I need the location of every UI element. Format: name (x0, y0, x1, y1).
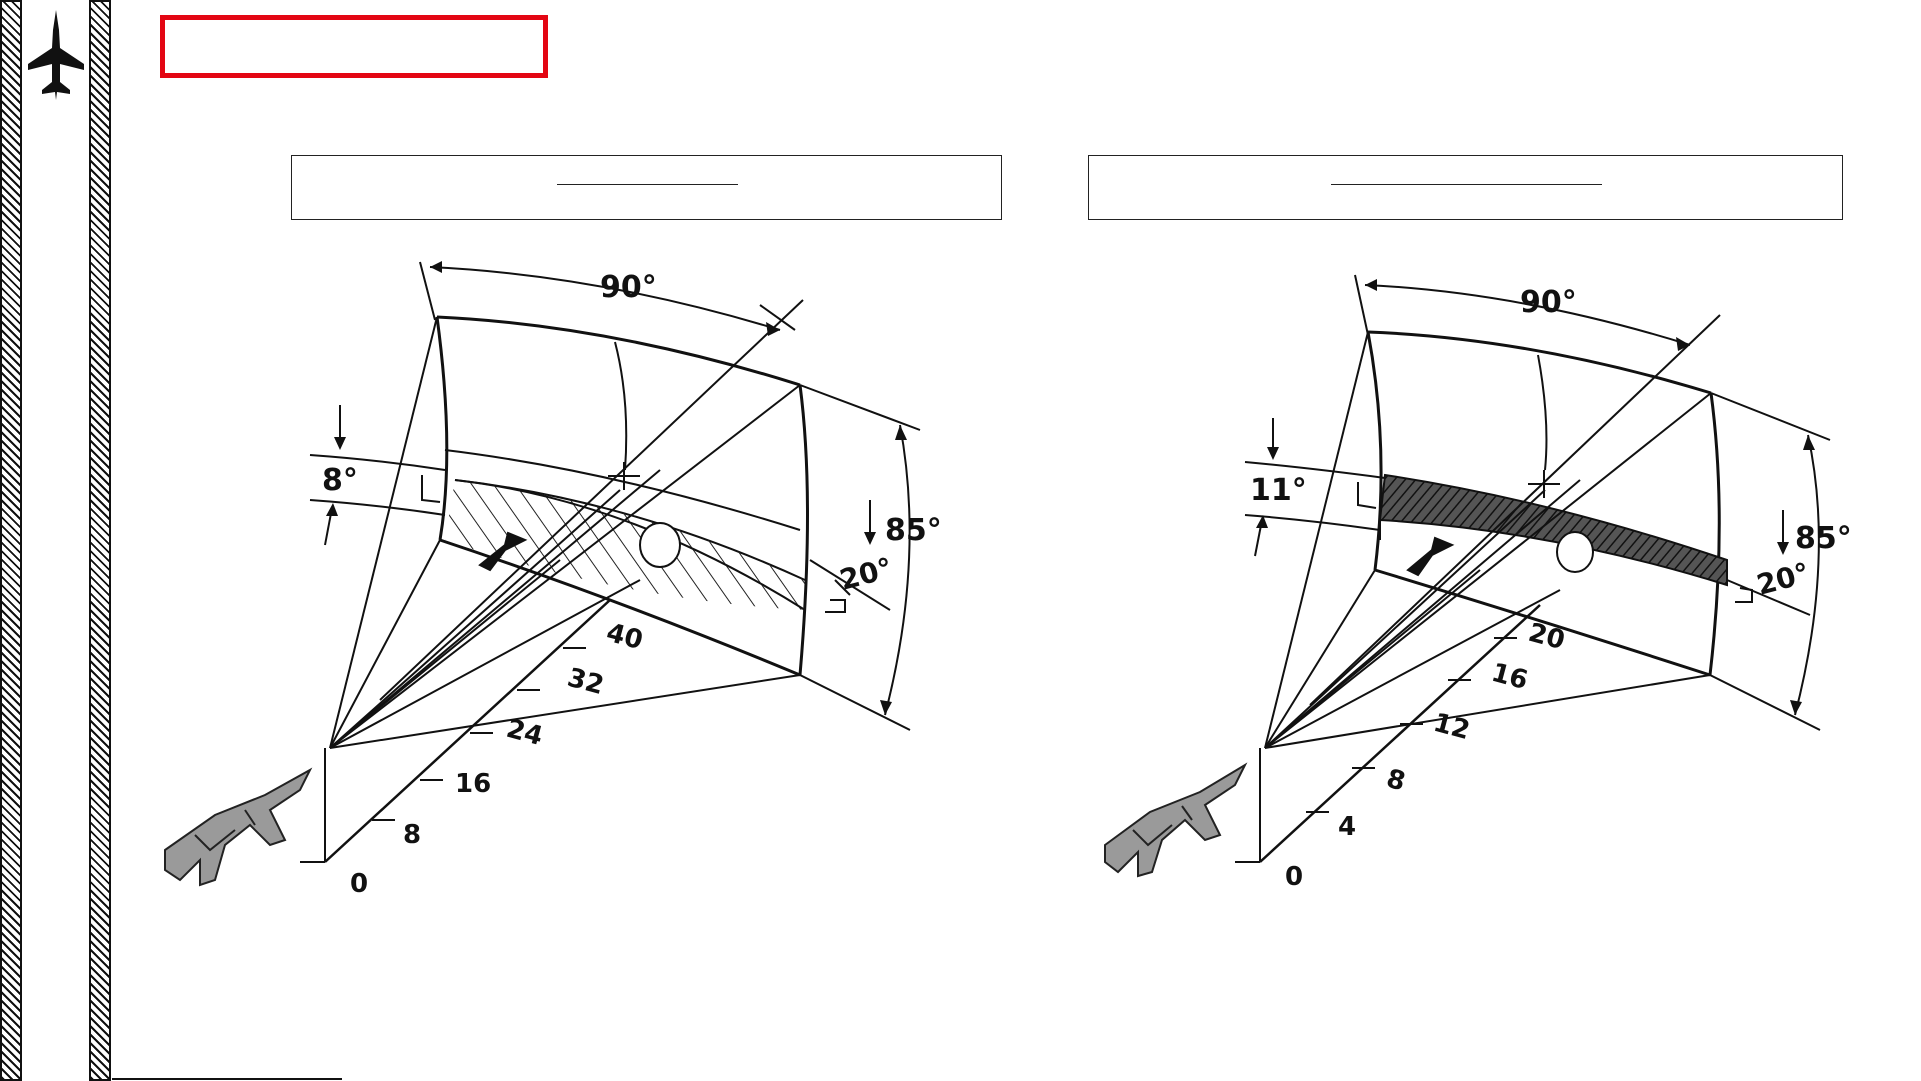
panel-2-range-tick-4: 16 (1488, 658, 1531, 696)
panel-1-range-tick-5: 40 (603, 618, 646, 656)
panel-2-aircraft (1104, 762, 1248, 878)
panel-1-band-angle-label: 8° (322, 463, 358, 498)
panel-1-range-tick-4: 32 (564, 663, 607, 701)
panel-2-fov-vertical-label: 85° (1795, 521, 1852, 556)
panel-1-range-tick-3: 24 (503, 714, 546, 752)
panel-2-fov-horizontal-label: 90° (1520, 285, 1577, 320)
panel-2-labels: 90° 11° 85° 20° 0 4 8 12 16 20 (1250, 285, 1852, 892)
panel-1-aircraft (164, 767, 313, 887)
panel-1-diagram (300, 261, 921, 863)
panel-2-range-tick-1: 4 (1338, 812, 1356, 842)
panel-2-diagram (1235, 274, 1831, 863)
panel-1-range-tick-0: 0 (350, 869, 368, 899)
radar-coverage-diagram: 90° 8° 85° 20° 0 8 16 24 32 40 90° 11° 8… (164, 261, 1852, 899)
panel-2-band-angle-label: 11° (1250, 473, 1307, 508)
panel-2-range-tick-5: 20 (1525, 618, 1568, 656)
panel-2-depression-label: 20° (1753, 556, 1813, 602)
panel-2-range-tick-3: 12 (1430, 708, 1473, 746)
panel-1-range-tick-2: 16 (455, 769, 491, 799)
panel-2-range-tick-2: 8 (1383, 764, 1408, 798)
footer-rule (112, 1078, 342, 1080)
panel-2-range-tick-0: 0 (1285, 862, 1303, 892)
panel-1-depression-label: 20° (836, 551, 896, 597)
panel-1-range-tick-1: 8 (403, 820, 421, 850)
panel-1-fov-vertical-label: 85° (885, 513, 942, 548)
panel-1-fov-horizontal-label: 90° (600, 270, 657, 305)
